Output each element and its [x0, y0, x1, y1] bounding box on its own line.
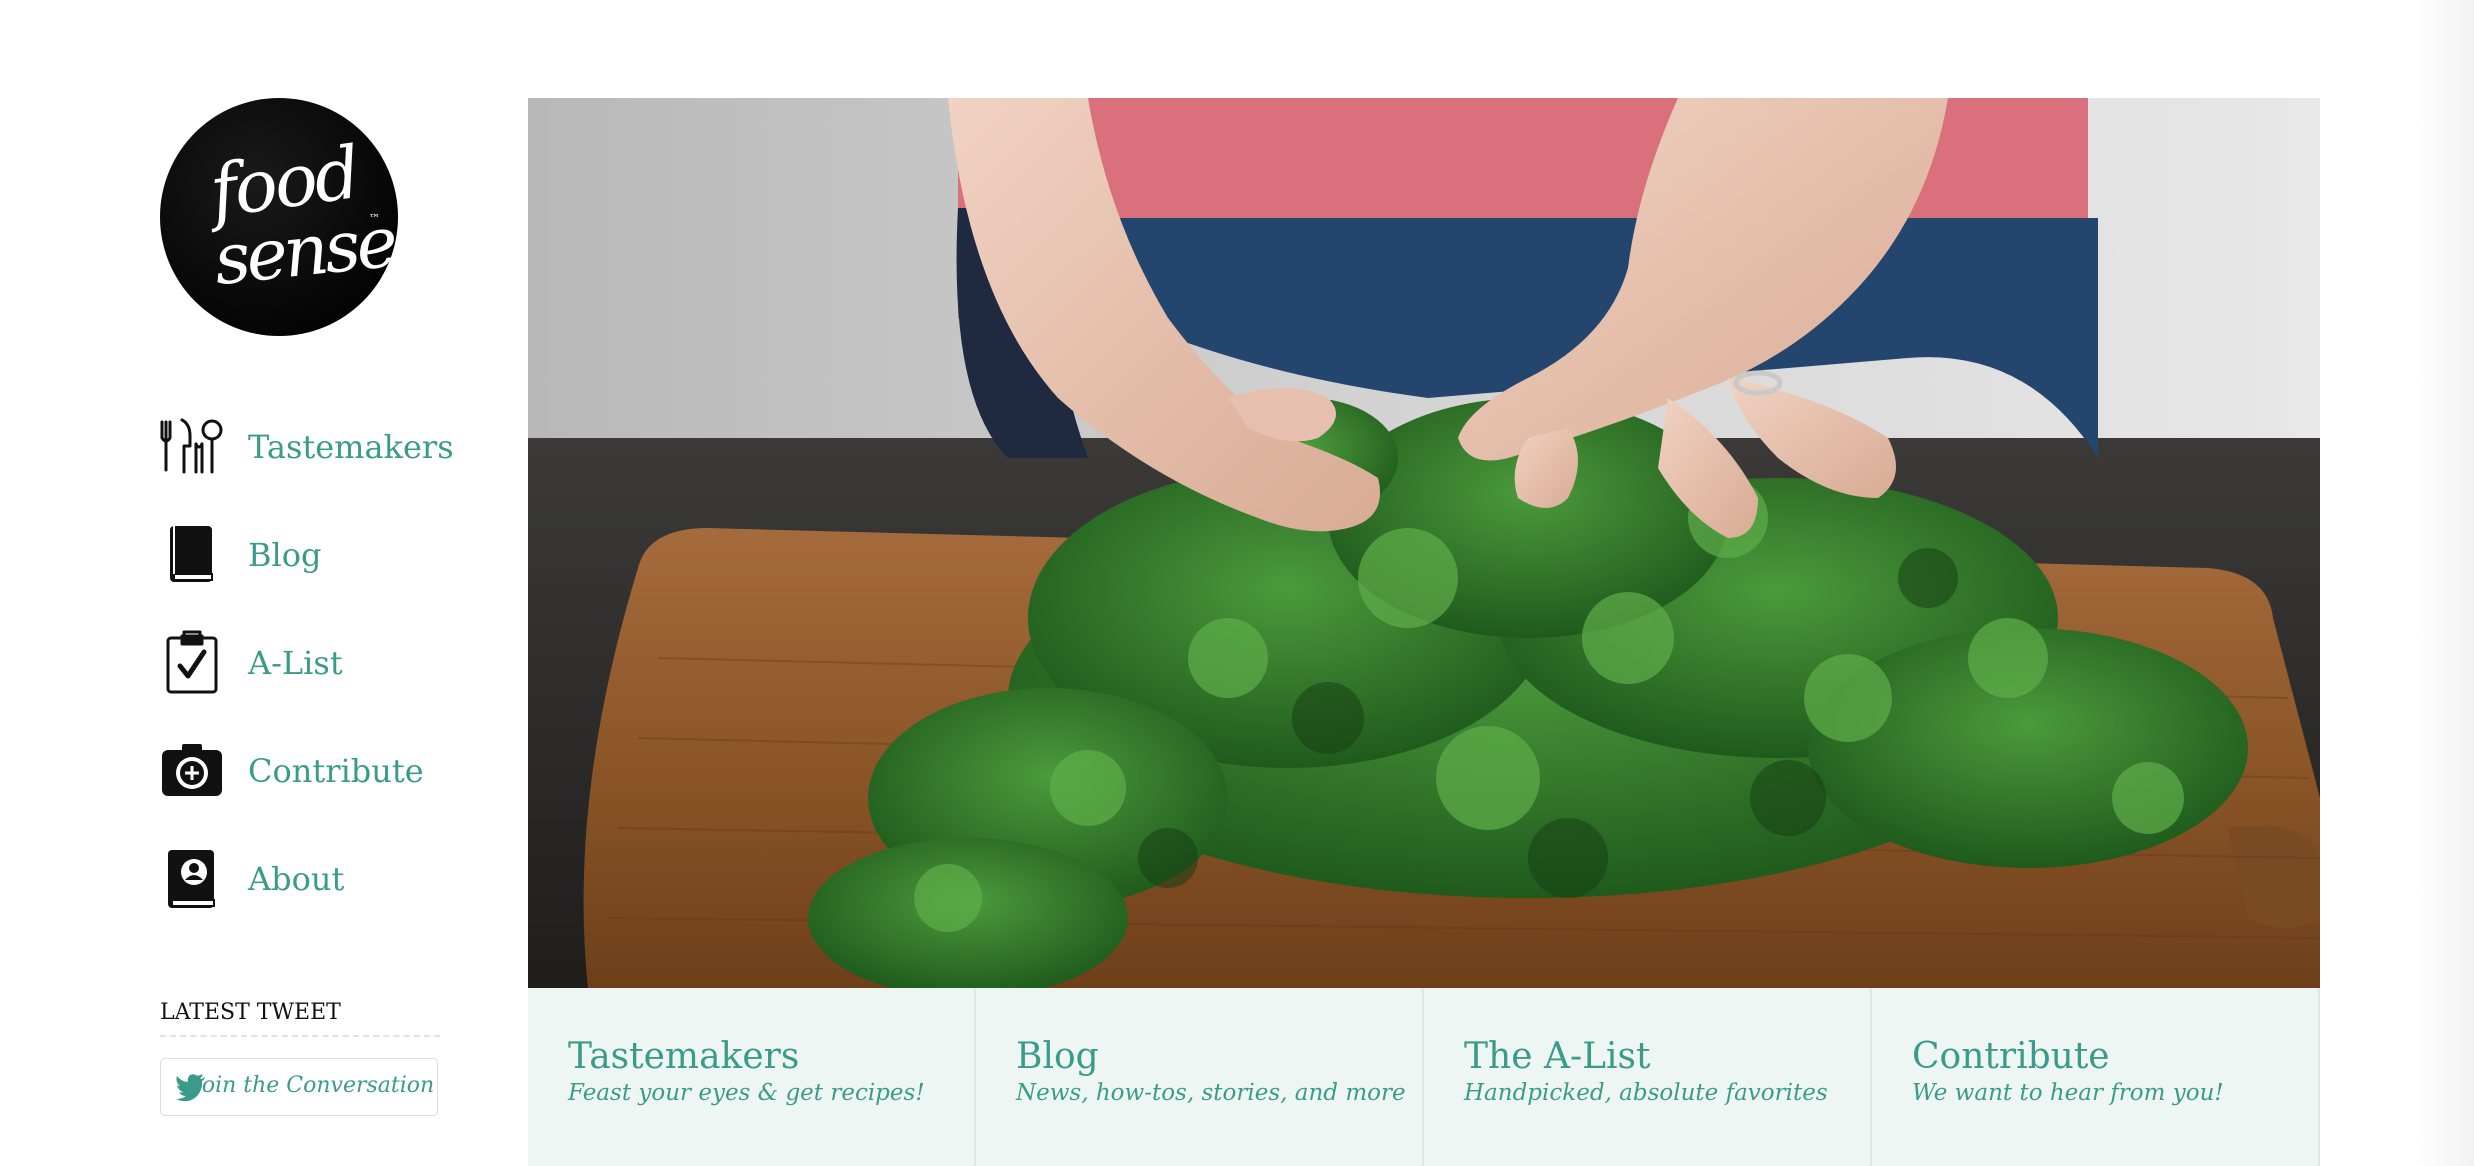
tile-contribute[interactable]: Contribute We want to hear from you!: [1872, 988, 2320, 1166]
foodsense-logo[interactable]: food sense ™: [160, 98, 398, 336]
book-icon: [160, 522, 224, 586]
tile-title: Blog: [1016, 1036, 1099, 1077]
sidebar-item-label: Blog: [248, 536, 322, 574]
tile-a-list[interactable]: The A-List Handpicked, absolute favorite…: [1424, 988, 1872, 1166]
logo-trademark: ™: [369, 212, 380, 225]
logo-wordmark: food sense ™: [160, 98, 398, 336]
sidebar-item-contribute[interactable]: Contribute: [160, 738, 460, 846]
latest-tweet-heading: LATEST TWEET: [160, 1000, 440, 1037]
sidebar: food sense ™ Tastemakers Blog A-List Con…: [160, 98, 454, 1116]
sidebar-item-label: About: [248, 860, 345, 898]
sidebar-item-tastemakers[interactable]: Tastemakers: [160, 414, 460, 522]
tile-subtitle: We want to hear from you!: [1912, 1080, 2224, 1106]
tile-subtitle: Handpicked, absolute favorites: [1464, 1080, 1828, 1106]
hero-illustration: [528, 98, 2320, 988]
sidebar-item-blog[interactable]: Blog: [160, 522, 460, 630]
sidebar-item-a-list[interactable]: A-List: [160, 630, 460, 738]
tile-title: Tastemakers: [568, 1036, 800, 1077]
sidebar-nav: Tastemakers Blog A-List Contribute About: [160, 414, 460, 954]
sidebar-item-about[interactable]: About: [160, 846, 460, 954]
page: food sense ™ Tastemakers Blog A-List Con…: [0, 0, 2474, 1166]
join-conversation-button[interactable]: Join the Conversation: [160, 1058, 438, 1116]
tile-tastemakers[interactable]: Tastemakers Feast your eyes & get recipe…: [528, 988, 976, 1166]
sidebar-item-label: Tastemakers: [248, 428, 454, 466]
clipboard-check-icon: [160, 630, 224, 694]
sidebar-item-label: Contribute: [248, 752, 424, 790]
tile-subtitle: News, how-tos, stories, and more: [1016, 1080, 1406, 1106]
hero-image: [528, 98, 2320, 988]
tile-subtitle: Feast your eyes & get recipes!: [568, 1080, 925, 1106]
right-edge-shade: [2414, 0, 2474, 1166]
tile-blog[interactable]: Blog News, how-tos, stories, and more: [976, 988, 1424, 1166]
feature-tiles: Tastemakers Feast your eyes & get recipe…: [528, 988, 2320, 1166]
join-conversation-label: Join the Conversation: [193, 1073, 435, 1098]
tile-title: Contribute: [1912, 1036, 2110, 1077]
utensils-icon: [160, 414, 224, 478]
camera-plus-icon: [160, 738, 224, 802]
profile-book-icon: [160, 846, 224, 910]
tile-title: The A-List: [1464, 1036, 1651, 1077]
sidebar-item-label: A-List: [248, 644, 343, 682]
